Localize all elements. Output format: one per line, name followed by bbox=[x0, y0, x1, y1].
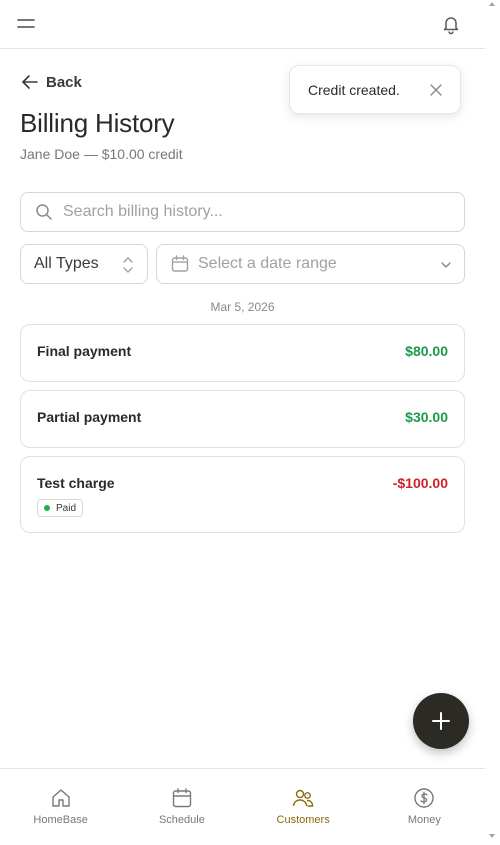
toast-message: Credit created. bbox=[308, 81, 400, 98]
chevron-down-icon bbox=[441, 262, 451, 268]
status-dot bbox=[44, 505, 50, 511]
transaction-amount: $30.00 bbox=[405, 409, 448, 425]
date-range-picker[interactable]: Select a date range bbox=[156, 244, 465, 284]
close-icon[interactable] bbox=[430, 84, 442, 96]
bell-icon[interactable] bbox=[440, 13, 462, 35]
page-subtitle: Jane Doe — $10.00 credit bbox=[20, 146, 183, 162]
nav-label: Customers bbox=[276, 814, 330, 826]
arrow-left-icon bbox=[22, 75, 38, 89]
transaction-title: Test charge bbox=[37, 475, 115, 491]
transaction-amount: -$100.00 bbox=[392, 475, 448, 491]
type-filter-value: All Types bbox=[34, 255, 99, 272]
search-input[interactable] bbox=[63, 203, 443, 221]
nav-item-money[interactable]: Money bbox=[364, 769, 485, 845]
transaction-amount: $80.00 bbox=[405, 343, 448, 359]
type-filter-select[interactable]: All Types bbox=[20, 244, 148, 284]
calendar-icon bbox=[171, 255, 189, 272]
bottom-navigation: HomeBase Schedule Customers Money bbox=[0, 768, 485, 845]
date-group-label: Mar 5, 2026 bbox=[210, 300, 275, 314]
home-icon bbox=[51, 789, 70, 807]
nav-item-schedule[interactable]: Schedule bbox=[121, 769, 242, 845]
status-badge: Paid bbox=[37, 499, 84, 517]
menu-icon[interactable] bbox=[16, 14, 38, 34]
nav-label: Money bbox=[407, 814, 441, 826]
search-field bbox=[20, 192, 465, 232]
top-bar bbox=[0, 0, 485, 49]
transaction-title: Final payment bbox=[37, 343, 132, 359]
add-button[interactable] bbox=[413, 693, 469, 749]
transaction-card[interactable]: Test charge -$100.00 Paid bbox=[20, 456, 465, 533]
nav-item-customers[interactable]: Customers bbox=[243, 769, 364, 845]
transaction-card[interactable]: Partial payment $30.00 bbox=[20, 390, 465, 448]
date-range-placeholder: Select a date range bbox=[198, 255, 337, 272]
calendar-icon bbox=[172, 788, 192, 808]
nav-label: HomeBase bbox=[33, 814, 88, 826]
transaction-title: Partial payment bbox=[37, 409, 142, 425]
status-badge-label: Paid bbox=[56, 502, 77, 514]
users-icon bbox=[292, 789, 314, 807]
nav-item-homebase[interactable]: HomeBase bbox=[0, 769, 121, 845]
app-screen: Back Billing History Jane Doe — $10.00 c… bbox=[0, 0, 485, 845]
transaction-card[interactable]: Final payment $80.00 bbox=[20, 324, 465, 382]
dollar-icon bbox=[414, 788, 435, 808]
chevron-updown-icon bbox=[123, 257, 133, 273]
search-icon bbox=[36, 204, 52, 220]
plus-icon bbox=[432, 712, 450, 730]
back-button[interactable]: Back bbox=[20, 72, 82, 92]
scrollbar[interactable] bbox=[485, 0, 500, 845]
toast-notification: Credit created. bbox=[289, 65, 461, 114]
back-label: Back bbox=[46, 73, 82, 91]
page-title: Billing History bbox=[20, 108, 175, 138]
scroll-up-arrow[interactable] bbox=[489, 2, 495, 6]
nav-label: Schedule bbox=[158, 814, 205, 826]
scroll-down-arrow[interactable] bbox=[489, 834, 495, 838]
